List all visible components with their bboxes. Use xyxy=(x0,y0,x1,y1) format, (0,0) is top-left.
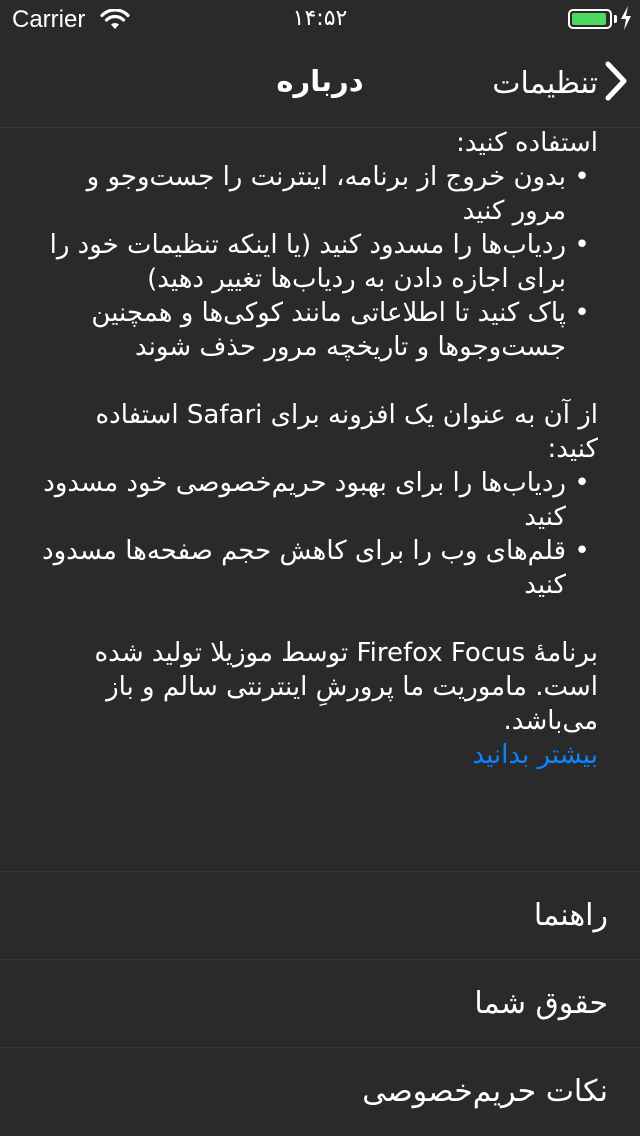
list-item: ردیاب‌ها را برای بهبود حریم‌خصوصی خود مس… xyxy=(40,466,598,534)
list-item: ردیاب‌ها را مسدود کنید (یا اینکه تنظیمات… xyxy=(40,228,598,296)
about-content: استفاده کنید: بدون خروج از برنامه، اینتر… xyxy=(0,129,640,869)
menu-item-your-rights[interactable]: حقوق شما xyxy=(0,959,640,1047)
safari-intro-text: از آن به عنوان یک افزونه برای Safari است… xyxy=(95,400,598,464)
menu-item-label: حقوق شما xyxy=(474,986,608,1021)
back-button[interactable]: تنظیمات xyxy=(492,58,628,108)
status-bar: Carrier ۱۴:۵۲ xyxy=(0,0,640,40)
back-label: تنظیمات xyxy=(492,65,598,101)
navigation-bar: درباره تنظیمات xyxy=(0,40,640,128)
about-menu: راهنما حقوق شما نکات حریم‌خصوصی xyxy=(0,871,640,1135)
list-item: پاک کنید تا اطلاعاتی مانند کوکی‌ها و همچ… xyxy=(40,296,598,364)
menu-item-label: راهنما xyxy=(533,898,608,933)
menu-item-privacy-notice[interactable]: نکات حریم‌خصوصی xyxy=(0,1047,640,1135)
learn-more-link[interactable]: بیشتر بدانید xyxy=(472,740,598,770)
intro-text: استفاده کنید: xyxy=(456,129,598,158)
clock: ۱۴:۵۲ xyxy=(292,6,348,31)
safari-features-list: ردیاب‌ها را برای بهبود حریم‌خصوصی خود مس… xyxy=(40,466,598,602)
menu-item-label: نکات حریم‌خصوصی xyxy=(362,1074,608,1109)
mozilla-text: برنامهٔ Firefox Focus توسط موزیلا تولید … xyxy=(94,638,598,736)
charging-bolt-icon xyxy=(620,6,632,36)
battery-icon xyxy=(568,9,612,29)
page-title: درباره xyxy=(276,64,364,98)
list-item: بدون خروج از برنامه، اینترنت را جست‌وجو … xyxy=(40,160,598,228)
list-item: قلم‌های وب را برای کاهش حجم صفحه‌ها مسدو… xyxy=(40,534,598,602)
chevron-right-icon xyxy=(604,60,628,106)
menu-item-help[interactable]: راهنما xyxy=(0,871,640,959)
app-features-list: بدون خروج از برنامه، اینترنت را جست‌وجو … xyxy=(40,160,598,364)
